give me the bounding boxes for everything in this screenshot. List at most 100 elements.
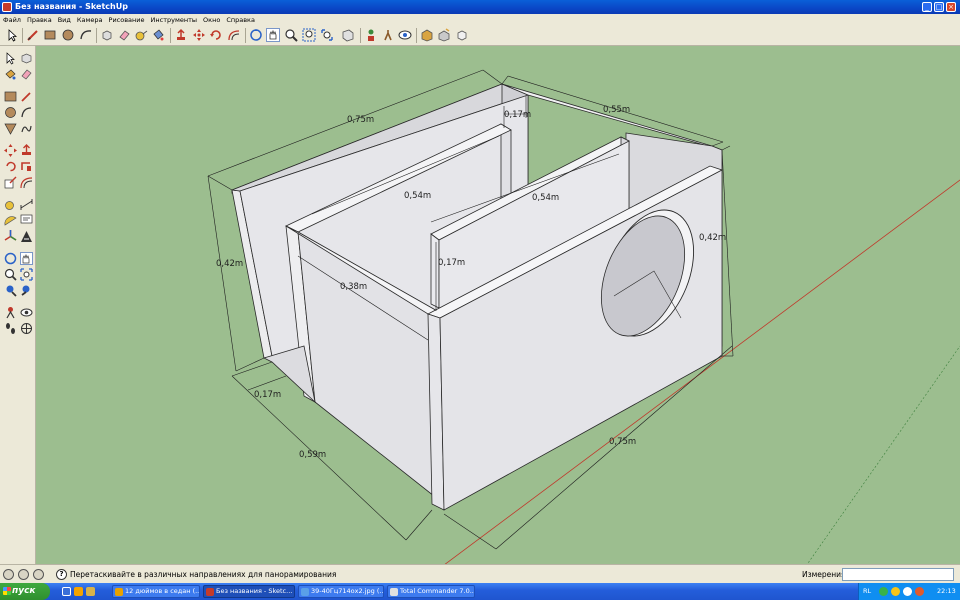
arc-icon[interactable] xyxy=(20,106,33,119)
share-component-icon[interactable] xyxy=(455,28,469,42)
zoom-extents-icon[interactable] xyxy=(320,28,334,42)
offset-icon[interactable] xyxy=(20,176,33,189)
desktop-quicklaunch-icon[interactable] xyxy=(62,587,71,596)
dim-label-top-depth: 0,55m xyxy=(603,105,630,115)
menu-bar: Файл Правка Вид Камера Рисование Инструм… xyxy=(0,14,960,25)
get-models-icon[interactable] xyxy=(420,28,434,42)
rotate-icon[interactable] xyxy=(209,28,223,42)
network-tray-icon[interactable] xyxy=(879,587,888,596)
pan-hand-icon[interactable] xyxy=(20,252,33,265)
orbit-icon[interactable] xyxy=(249,28,263,42)
dim-label-left-height: 0,42m xyxy=(216,259,243,269)
scale-icon[interactable] xyxy=(4,176,17,189)
zoom-window-icon[interactable] xyxy=(20,268,33,281)
menu-view[interactable]: Вид xyxy=(58,16,71,24)
menu-draw[interactable]: Рисование xyxy=(109,16,145,24)
paint-bucket-icon[interactable] xyxy=(151,28,165,42)
polygon-icon[interactable] xyxy=(4,122,17,135)
menu-window[interactable]: Окно xyxy=(203,16,220,24)
protractor-icon[interactable] xyxy=(4,214,17,227)
move-icon[interactable] xyxy=(4,144,17,157)
measurements-input[interactable] xyxy=(842,568,954,581)
task-total-commander[interactable]: Total Commander 7.0... xyxy=(387,585,475,598)
walk-icon[interactable] xyxy=(4,322,17,335)
freehand-icon[interactable] xyxy=(20,122,33,135)
dim-label-inner-depth: 0,38m xyxy=(340,282,367,292)
look-around-icon[interactable] xyxy=(398,28,412,42)
text-icon[interactable] xyxy=(20,214,33,227)
dim-label-inner-gap: 0,17m xyxy=(438,258,465,268)
follow-me-icon[interactable] xyxy=(20,160,33,173)
menu-file[interactable]: Файл xyxy=(3,16,21,24)
menu-camera[interactable]: Камера xyxy=(77,16,103,24)
push-pull-icon[interactable] xyxy=(20,144,33,157)
dim-label-bottom-depth: 0,59m xyxy=(299,450,326,460)
zoom-extents-icon[interactable] xyxy=(4,284,17,297)
volume-tray-icon[interactable] xyxy=(903,587,912,596)
previous-view-icon[interactable] xyxy=(20,284,33,297)
help-icon[interactable]: ? xyxy=(56,569,67,580)
task-browser[interactable]: 12 дюймов в седан (... xyxy=(112,585,200,598)
dim-label-top-width: 0,75m xyxy=(347,115,374,125)
select-arrow-icon[interactable] xyxy=(5,28,19,42)
folder-quicklaunch-icon[interactable] xyxy=(86,587,95,596)
task-sketchup[interactable]: Без названия - Sketc... xyxy=(203,585,295,598)
zoom-icon[interactable] xyxy=(4,268,17,281)
menu-edit[interactable]: Правка xyxy=(27,16,52,24)
select-arrow-icon[interactable] xyxy=(4,52,17,65)
zoom-icon[interactable] xyxy=(284,28,298,42)
dim-label-inner-2: 0,54m xyxy=(532,193,559,203)
rectangle-icon[interactable] xyxy=(43,28,57,42)
make-component-icon[interactable] xyxy=(100,28,114,42)
dim-label-bottom-width: 0,75m xyxy=(609,437,636,447)
tape-measure-icon[interactable] xyxy=(4,198,17,211)
task-image-viewer[interactable]: 39-40Гц714ох2.jpg (... xyxy=(298,585,384,598)
walk-icon[interactable] xyxy=(381,28,395,42)
menu-tools[interactable]: Инструменты xyxy=(151,16,198,24)
axes-icon[interactable] xyxy=(4,230,17,243)
orbit-icon[interactable] xyxy=(4,252,17,265)
eraser-icon[interactable] xyxy=(117,28,131,42)
make-component-icon[interactable] xyxy=(20,52,33,65)
look-around-icon[interactable] xyxy=(20,306,33,319)
model-viewport[interactable]: 0,75m 0,55m 0,17m 0,54m 0,54m 0,42m 0,42… xyxy=(36,46,960,564)
security-tray-icon[interactable] xyxy=(891,587,900,596)
3d-text-icon[interactable] xyxy=(20,230,33,243)
geo-location-icon[interactable] xyxy=(3,569,14,580)
position-camera-icon[interactable] xyxy=(4,306,17,319)
antivirus-tray-icon[interactable] xyxy=(915,587,924,596)
dim-label-top-gap: 0,17m xyxy=(504,110,531,120)
measurements-label: Измерения xyxy=(802,570,846,579)
rotate-icon[interactable] xyxy=(4,160,17,173)
dimension-icon[interactable] xyxy=(20,198,33,211)
minimize-button[interactable]: _ xyxy=(922,2,932,12)
menu-help[interactable]: Справка xyxy=(226,16,255,24)
zoom-window-icon[interactable] xyxy=(302,28,316,42)
explorer-quicklaunch-icon[interactable] xyxy=(74,587,83,596)
move-icon[interactable] xyxy=(192,28,206,42)
position-camera-icon[interactable] xyxy=(364,28,378,42)
eraser-icon[interactable] xyxy=(20,68,33,81)
pencil-line-icon[interactable] xyxy=(20,90,33,103)
circle-icon[interactable] xyxy=(4,106,17,119)
sketchup-app-icon[interactable] xyxy=(2,2,12,12)
previous-view-icon[interactable] xyxy=(341,28,355,42)
share-model-icon[interactable] xyxy=(437,28,451,42)
offset-icon[interactable] xyxy=(227,28,241,42)
language-indicator[interactable]: RL xyxy=(863,587,871,595)
credits-icon[interactable] xyxy=(18,569,29,580)
circle-icon[interactable] xyxy=(61,28,75,42)
instructor-icon[interactable] xyxy=(33,569,44,580)
arc-icon[interactable] xyxy=(79,28,93,42)
rectangle-icon[interactable] xyxy=(4,90,17,103)
section-plane-icon[interactable] xyxy=(20,322,33,335)
pan-hand-icon[interactable] xyxy=(266,28,280,42)
maximize-button[interactable]: □ xyxy=(934,2,944,12)
left-tool-palette xyxy=(0,46,36,564)
close-button[interactable]: × xyxy=(946,2,956,12)
tape-measure-icon[interactable] xyxy=(134,28,148,42)
push-pull-icon[interactable] xyxy=(174,28,188,42)
pencil-line-icon[interactable] xyxy=(26,28,40,42)
start-button[interactable]: пуск xyxy=(0,583,50,600)
paint-bucket-icon[interactable] xyxy=(4,68,17,81)
